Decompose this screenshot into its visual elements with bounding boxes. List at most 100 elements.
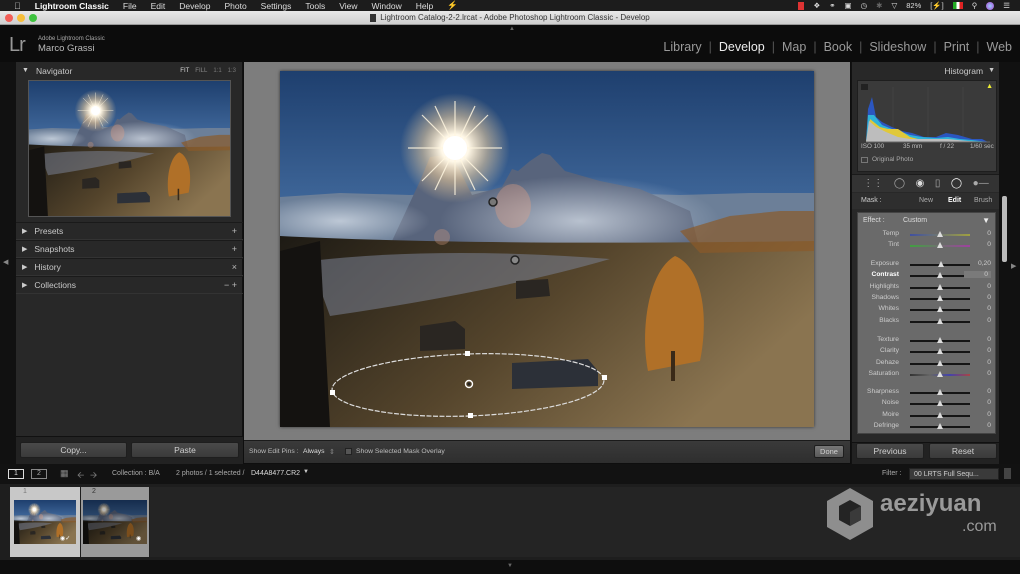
slider-whites[interactable]: Whites 0 — [858, 304, 997, 315]
slider-thumb[interactable] — [937, 411, 943, 418]
menu-app-name[interactable]: Lightroom Classic — [35, 1, 109, 11]
maximize-window-button[interactable] — [29, 14, 37, 22]
collection-controls-icon[interactable]: − + — [224, 280, 237, 290]
mask-edit-button[interactable]: Edit — [948, 197, 961, 204]
effect-collapse-icon[interactable]: ▼ — [982, 216, 990, 225]
forward-arrow-icon[interactable]: 🡪 — [90, 468, 97, 484]
history-section[interactable]: ▶ History × — [16, 258, 243, 276]
slider-value[interactable]: 0 — [987, 388, 991, 395]
slider-exposure[interactable]: Exposure 0,20 — [858, 259, 997, 270]
filename-dropdown-icon[interactable]: ▼ — [303, 469, 309, 475]
adjustment-brush-tool-icon[interactable]: ●— — [973, 178, 989, 189]
radial-filter-tool-icon[interactable]: ◯ — [951, 178, 962, 189]
slider-noise[interactable]: Noise 0 — [858, 398, 997, 409]
slider-thumb[interactable] — [937, 389, 943, 395]
reset-button[interactable]: Reset — [929, 443, 997, 459]
filter-lock-icon[interactable] — [1004, 468, 1011, 479]
slider-clarity[interactable]: Clarity 0 — [858, 346, 997, 357]
slider-moire[interactable]: Moire 0 — [858, 410, 997, 421]
mask-pin[interactable] — [488, 197, 498, 207]
slider-thumb[interactable] — [937, 400, 943, 407]
menu-tools[interactable]: Tools — [305, 1, 325, 11]
back-arrow-icon[interactable]: 🡨 — [77, 468, 84, 484]
paste-button[interactable]: Paste — [131, 442, 239, 458]
notification-icon[interactable]: ☰ — [1003, 1, 1010, 10]
slider-value[interactable]: 0 — [987, 359, 991, 366]
menu-edit[interactable]: Edit — [151, 1, 166, 11]
previous-button[interactable]: Previous — [856, 443, 924, 459]
main-photo[interactable] — [280, 71, 814, 427]
slider-value[interactable]: 0 — [987, 230, 991, 237]
copy-button[interactable]: Copy... — [20, 442, 127, 458]
menu-view[interactable]: View — [339, 1, 357, 11]
time-machine-icon[interactable]: ◷ — [861, 1, 868, 10]
radial-filter-handle[interactable] — [602, 375, 607, 380]
add-snapshot-icon[interactable]: + — [232, 244, 237, 254]
battery-text[interactable]: 82% — [906, 1, 921, 10]
show-edit-pins-select[interactable]: Always — [303, 448, 325, 455]
slider-thumb[interactable] — [937, 317, 943, 324]
battery-icon[interactable]: [⚡] — [930, 1, 944, 10]
right-panel-scrollbar[interactable] — [1002, 196, 1007, 262]
radial-filter-handle[interactable] — [468, 413, 473, 418]
slider-value[interactable]: 0 — [987, 241, 991, 248]
filmstrip-thumbnail[interactable]: 2 ◉ — [81, 487, 149, 557]
close-window-button[interactable] — [5, 14, 13, 22]
menu-photo[interactable]: Photo — [224, 1, 246, 11]
lightning-icon[interactable]: ⚡ — [447, 0, 458, 11]
done-button[interactable]: Done — [814, 445, 844, 458]
secondary-display-button[interactable]: 2 — [31, 469, 47, 479]
mask-brush-button[interactable]: Brush — [974, 197, 992, 204]
snapshots-section[interactable]: ▶ Snapshots + — [16, 240, 243, 258]
zoom-fill[interactable]: FILL — [195, 68, 207, 74]
slider-value[interactable]: 0 — [987, 305, 991, 312]
filmstrip-thumbnail[interactable]: 1 ◉✓ — [10, 487, 80, 557]
shadow-clipping-icon[interactable] — [861, 84, 868, 90]
slider-thumb[interactable] — [937, 337, 943, 343]
slider-thumb[interactable] — [938, 261, 945, 267]
slider-shadows[interactable]: Shadows 0 — [858, 293, 997, 304]
slider-thumb[interactable] — [937, 370, 943, 377]
original-photo-checkbox[interactable] — [861, 157, 868, 163]
slider-defringe[interactable]: Defringe 0 — [858, 421, 997, 432]
clear-history-icon[interactable]: × — [232, 262, 237, 272]
red-app-icon[interactable] — [798, 1, 805, 10]
highlight-clipping-icon[interactable]: ▲ — [986, 83, 993, 90]
slider-thumb[interactable] — [937, 231, 943, 237]
slider-value[interactable]: 0 — [987, 283, 991, 290]
slider-thumb[interactable] — [937, 294, 943, 301]
slider-thumb[interactable] — [937, 359, 943, 366]
collections-section[interactable]: ▶ Collections − + — [16, 276, 243, 294]
flag-icon[interactable] — [952, 2, 963, 9]
slider-saturation[interactable]: Saturation 0 — [858, 369, 997, 380]
slider-temp[interactable]: Temp 0 — [858, 229, 997, 240]
slider-thumb[interactable] — [937, 283, 943, 290]
menu-file[interactable]: File — [123, 1, 137, 11]
mask-new-button[interactable]: New — [919, 197, 933, 204]
selected-filename[interactable]: D44A8477.CR2 — [251, 470, 300, 477]
slider-thumb[interactable] — [937, 422, 943, 429]
red-eye-tool-icon[interactable]: ◉ — [916, 178, 925, 189]
module-develop[interactable]: Develop — [719, 40, 765, 54]
zoom-1-1[interactable]: 1:1 — [213, 68, 221, 74]
module-map[interactable]: Map — [782, 40, 806, 54]
histogram[interactable]: ▲ ISO 100 35 mm f / 22 1/60 sec Original… — [857, 80, 997, 172]
creative-cloud-icon[interactable]: ⚭ — [829, 1, 835, 10]
dropbox-icon[interactable]: ❖ — [813, 1, 820, 10]
bluetooth-icon[interactable]: ✱ — [876, 1, 882, 10]
menu-develop[interactable]: Develop — [179, 1, 210, 11]
navigator-preview[interactable] — [28, 80, 231, 217]
effect-preset-select[interactable]: Custom — [903, 217, 927, 224]
module-library[interactable]: Library — [663, 40, 701, 54]
navigator-header[interactable]: ▼ Navigator FIT FILL 1:1 1:3 — [16, 62, 242, 79]
primary-display-button[interactable]: 1 — [8, 469, 24, 479]
minimize-window-button[interactable] — [17, 14, 25, 22]
module-print[interactable]: Print — [944, 40, 970, 54]
presets-section[interactable]: ▶ Presets + — [16, 222, 243, 240]
slider-value[interactable]: 0 — [964, 271, 991, 279]
right-panel-toggle-icon[interactable]: ▶ — [1011, 262, 1016, 270]
radial-filter-handle[interactable] — [330, 390, 335, 395]
slider-thumb[interactable] — [937, 306, 943, 313]
radial-filter-handle[interactable] — [465, 351, 470, 356]
slider-value[interactable]: 0 — [987, 294, 991, 301]
